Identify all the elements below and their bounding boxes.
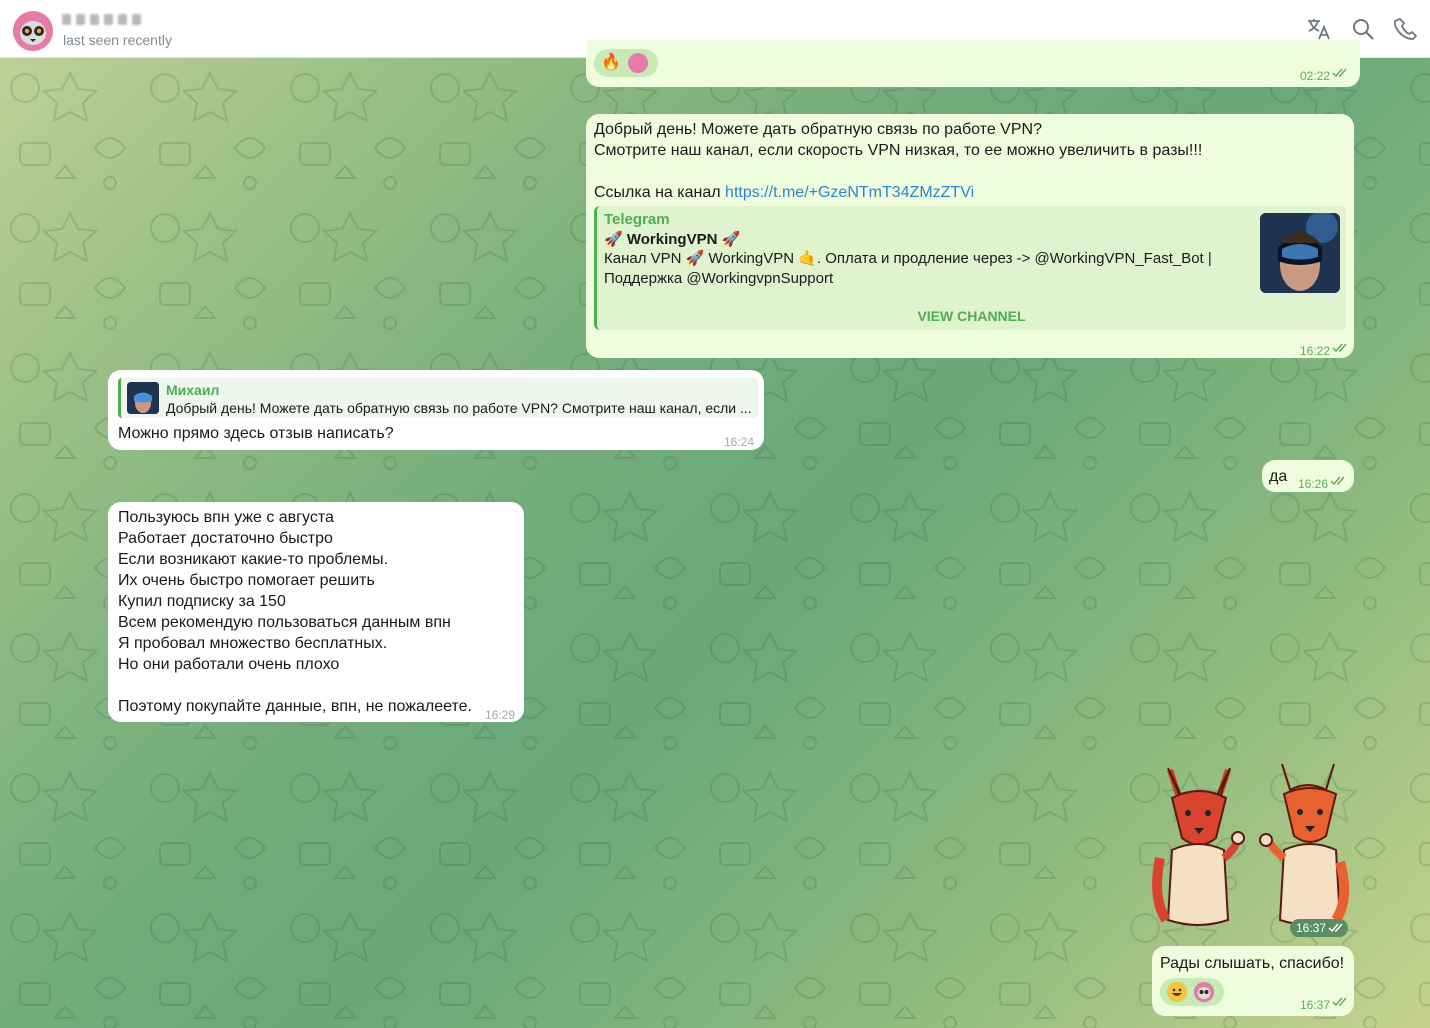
reaction-pill[interactable]: 🔥 [594, 49, 658, 77]
preview-desc-line: Канал VPN 🚀 WorkingVPN 🤙. Оплата и продл… [604, 250, 1212, 267]
text-line: Смотрите наш канал, если скорость VPN ни… [594, 142, 1203, 159]
search-icon[interactable] [1350, 16, 1376, 42]
double-check-icon [1332, 343, 1347, 353]
reply-thumbnail [127, 382, 159, 414]
view-channel-button[interactable]: VIEW CHANNEL [597, 306, 1346, 327]
message-time: 16:29 [485, 708, 516, 722]
phone-icon[interactable] [1394, 16, 1420, 42]
text-line [594, 161, 1202, 182]
reply-quote[interactable]: Михаил Добрый день! Можете дать обратную… [118, 378, 758, 418]
message-time: 16:22 [1300, 344, 1331, 358]
right-fox-figure [1259, 763, 1350, 926]
link-caption: Ссылка на канал [594, 184, 721, 201]
contact-name-blurred[interactable] [62, 12, 152, 26]
contact-status: last seen recently [63, 32, 172, 48]
double-check-icon [1332, 997, 1347, 1007]
message-text: Рады слышать, спасибо! [1160, 955, 1345, 972]
double-check-icon [1330, 476, 1345, 486]
channel-link[interactable]: https://t.me/+GzeNTmT34ZMzZTVi [725, 184, 974, 201]
preview-title: 🚀 WorkingVPN 🚀 [604, 231, 741, 248]
message-text: Можно прямо здесь отзыв написать? [118, 425, 394, 442]
contact-avatar[interactable] [13, 11, 53, 51]
double-check-icon [1328, 923, 1343, 933]
message-outgoing-reactions[interactable]: 🔥 02:22 [586, 40, 1360, 87]
message-time: 02:22 [1300, 69, 1331, 83]
text-line: Поэтому покупайте данные, впн, не пожале… [118, 698, 472, 715]
text-line: Ссылка на канал https://t.me/+GzeNTmT34Z… [594, 182, 1202, 203]
text-line: Их очень быстро помогает решить [118, 572, 375, 589]
text-line: Всем рекомендую пользоваться данным впн [118, 614, 451, 631]
grinning-emoji-icon [1167, 982, 1187, 1002]
message-time: 16:26 [1298, 477, 1329, 491]
translate-icon[interactable] [1306, 16, 1332, 42]
text-line: Купил подписку за 150 [118, 593, 286, 610]
text-line: Но они работали очень плохо [118, 656, 340, 673]
message-text: Пользуюсь впн уже с августа Работает дос… [118, 507, 472, 717]
reactor-avatar-icon [1194, 982, 1214, 1002]
text-line: Работает достаточно быстро [118, 530, 333, 547]
preview-desc-line: Поддержка @WorkingvpnSupport [604, 270, 834, 287]
message-outgoing-thanks[interactable]: Рады слышать, спасибо! 16:37 [1152, 946, 1354, 1016]
message-outgoing-short[interactable]: да 16:26 [1262, 460, 1354, 492]
message-time: 16:37 [1300, 998, 1331, 1012]
message-outgoing-vpn[interactable]: Добрый день! Можете дать обратную связь … [586, 114, 1354, 358]
text-line [118, 675, 472, 696]
fox-sticker[interactable] [1150, 758, 1360, 933]
message-time: 16:37 [1296, 921, 1327, 935]
message-text: Добрый день! Можете дать обратную связь … [594, 119, 1202, 203]
reaction-pill[interactable] [1160, 978, 1224, 1006]
reply-text: Добрый день! Можете дать обратную связь … [166, 400, 752, 416]
sticker-time-badge: 16:37 [1290, 919, 1348, 937]
message-time: 16:24 [724, 435, 755, 449]
message-incoming-review[interactable]: Пользуюсь впн уже с августа Работает дос… [108, 502, 524, 722]
reactor-avatar-icon [628, 53, 648, 73]
message-incoming-reply[interactable]: Михаил Добрый день! Можете дать обратную… [108, 370, 764, 450]
link-preview-card[interactable]: Telegram 🚀 WorkingVPN 🚀 Канал VPN 🚀 Work… [594, 206, 1346, 330]
text-line: Если возникают какие-то проблемы. [118, 551, 389, 568]
double-check-icon [1332, 68, 1347, 78]
preview-site-name: Telegram [604, 211, 670, 228]
text-line: Я пробовал множество бесплатных. [118, 635, 388, 652]
left-fox-figure [1152, 767, 1245, 926]
fire-emoji-icon: 🔥 [601, 54, 621, 71]
text-line: Пользуюсь впн уже с августа [118, 509, 334, 526]
message-text: да [1269, 468, 1288, 485]
channel-thumbnail [1260, 213, 1340, 293]
preview-description: Канал VPN 🚀 WorkingVPN 🤙. Оплата и продл… [604, 249, 1244, 289]
text-line: Добрый день! Можете дать обратную связь … [594, 121, 1042, 138]
